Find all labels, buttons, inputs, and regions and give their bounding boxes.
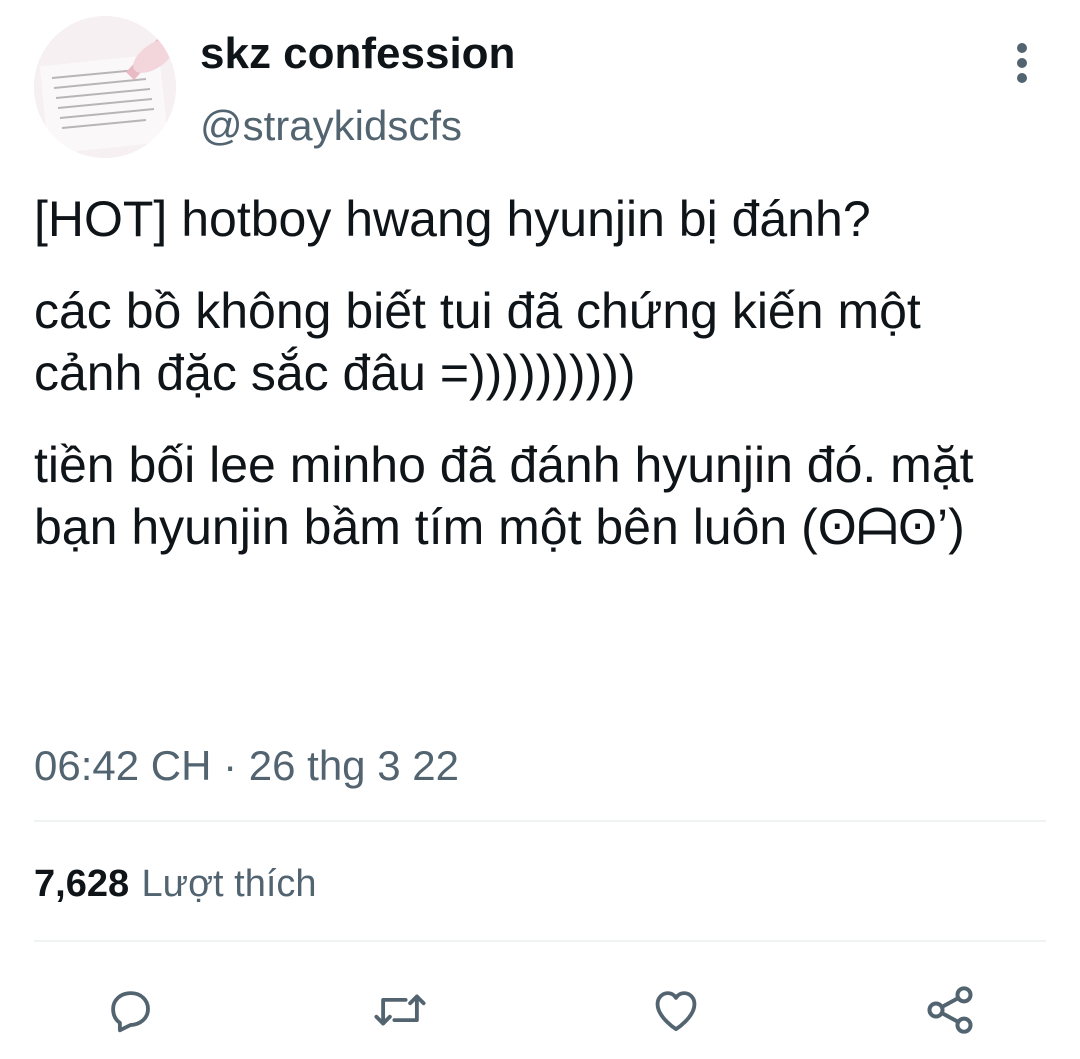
more-vertical-icon	[1017, 43, 1027, 83]
tweet-text: [HOT] hotboy hwang hyunjin bị đánh? các …	[34, 188, 1054, 588]
reply-button[interactable]	[100, 980, 160, 1040]
author-display-name[interactable]: skz confession	[200, 26, 515, 82]
divider	[34, 820, 1046, 822]
share-button[interactable]	[920, 980, 980, 1040]
likes-count: 7,628	[34, 863, 130, 905]
like-button[interactable]	[646, 980, 706, 1040]
share-icon	[927, 986, 973, 1034]
retweet-button[interactable]	[370, 980, 430, 1040]
tweet-paragraph: các bồ không biết tui đã chứng kiến một …	[34, 283, 921, 401]
more-options-button[interactable]	[1000, 38, 1044, 88]
heart-icon	[655, 991, 697, 1032]
tweet-paragraph: [HOT] hotboy hwang hyunjin bị đánh?	[34, 191, 871, 247]
likes-label: Lượt thích	[141, 863, 317, 905]
likes-stat[interactable]: 7,628 Lượt thích	[34, 858, 317, 918]
divider	[34, 940, 1046, 942]
retweet-icon	[374, 994, 426, 1026]
tweet-timestamp[interactable]: 06:42 CH · 26 thg 3 22	[34, 738, 459, 794]
reply-icon	[111, 991, 150, 1033]
author-handle[interactable]: @straykidscfs	[200, 98, 462, 154]
tweet-paragraph: tiền bối lee minho đã đánh hyunjin đó. m…	[34, 437, 974, 555]
avatar[interactable]	[34, 16, 176, 158]
avatar-image-icon	[34, 16, 176, 158]
